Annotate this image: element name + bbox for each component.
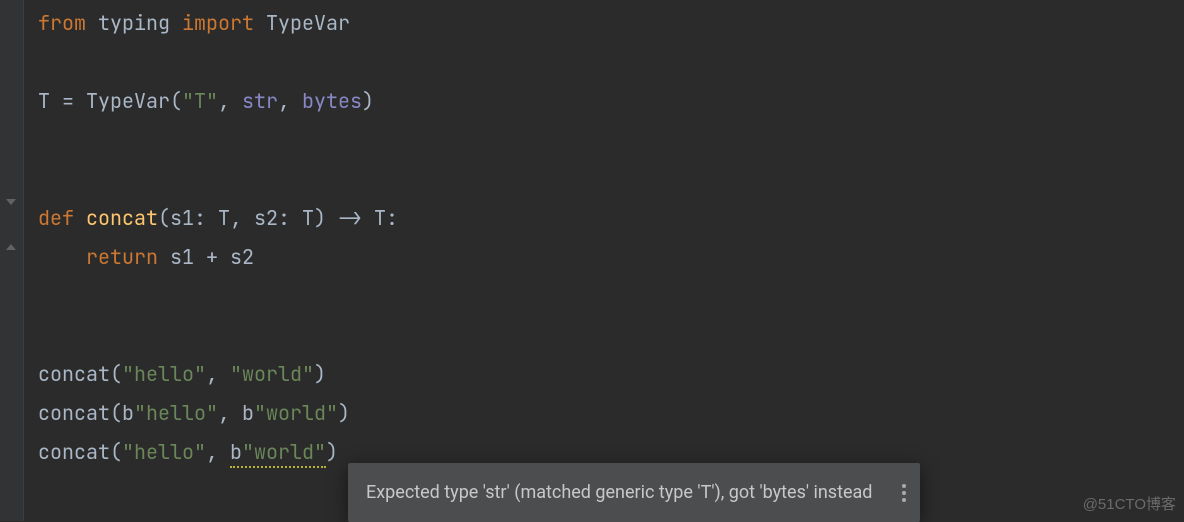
editor-gutter <box>0 0 24 521</box>
fold-marker-end[interactable] <box>4 236 18 252</box>
fold-marker-def[interactable] <box>4 197 18 213</box>
keyword-def: def <box>38 205 74 231</box>
code-editor[interactable]: from typing import TypeVar T = TypeVar("… <box>0 0 1184 521</box>
code-line: T = TypeVar("T", str, bytes) <box>38 88 374 114</box>
more-actions-icon[interactable] <box>902 484 906 502</box>
watermark: @51CTO博客 <box>1083 490 1176 519</box>
keyword-import: import <box>182 10 254 36</box>
inspection-tooltip[interactable]: Expected type 'str' (matched generic typ… <box>348 463 920 522</box>
code-line: concat("hello", b"world") <box>38 439 338 468</box>
keyword-return: return <box>86 244 158 270</box>
code-area[interactable]: from typing import TypeVar T = TypeVar("… <box>24 0 398 521</box>
code-line: return s1 + s2 <box>38 244 254 270</box>
keyword-from: from <box>38 10 86 36</box>
code-line: def concat(s1: T, s2: T) -> T: <box>38 205 398 231</box>
tooltip-text: Expected type 'str' (matched generic typ… <box>366 475 872 510</box>
function-name: concat <box>86 205 158 231</box>
type-warning[interactable]: b"world" <box>230 439 326 468</box>
code-line: concat(b"hello", b"world") <box>38 400 350 426</box>
code-line: concat("hello", "world") <box>38 361 326 387</box>
code-line: from typing import TypeVar <box>38 10 350 36</box>
